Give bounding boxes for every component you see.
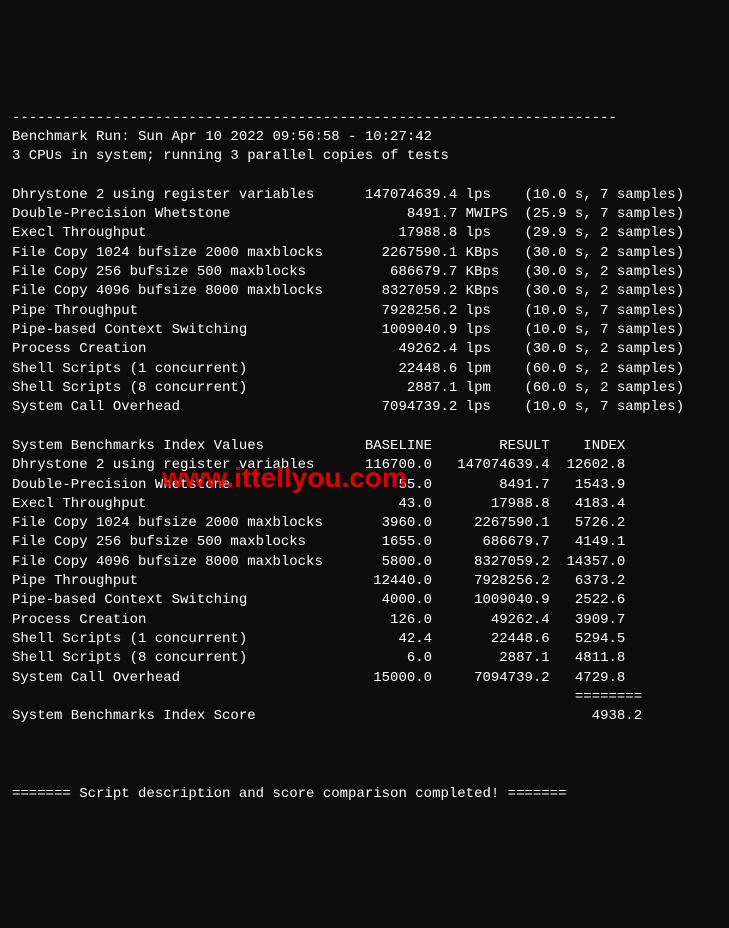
index-table-header: System Benchmarks Index Values BASELINE … <box>12 438 625 454</box>
divider: ----------------------------------------… <box>12 110 617 126</box>
index-table-rows: Dhrystone 2 using register variables 116… <box>12 457 625 685</box>
index-score: System Benchmarks Index Score 4938.2 <box>12 708 642 724</box>
footer-line: ======= Script description and score com… <box>12 786 567 802</box>
terminal-output: ----------------------------------------… <box>12 89 717 823</box>
raw-results-block: Dhrystone 2 using register variables 147… <box>12 187 684 415</box>
benchmark-run-header: Benchmark Run: Sun Apr 10 2022 09:56:58 … <box>12 129 432 145</box>
benchmark-cpu-header: 3 CPUs in system; running 3 parallel cop… <box>12 148 449 164</box>
index-divider: ======== <box>12 689 642 705</box>
